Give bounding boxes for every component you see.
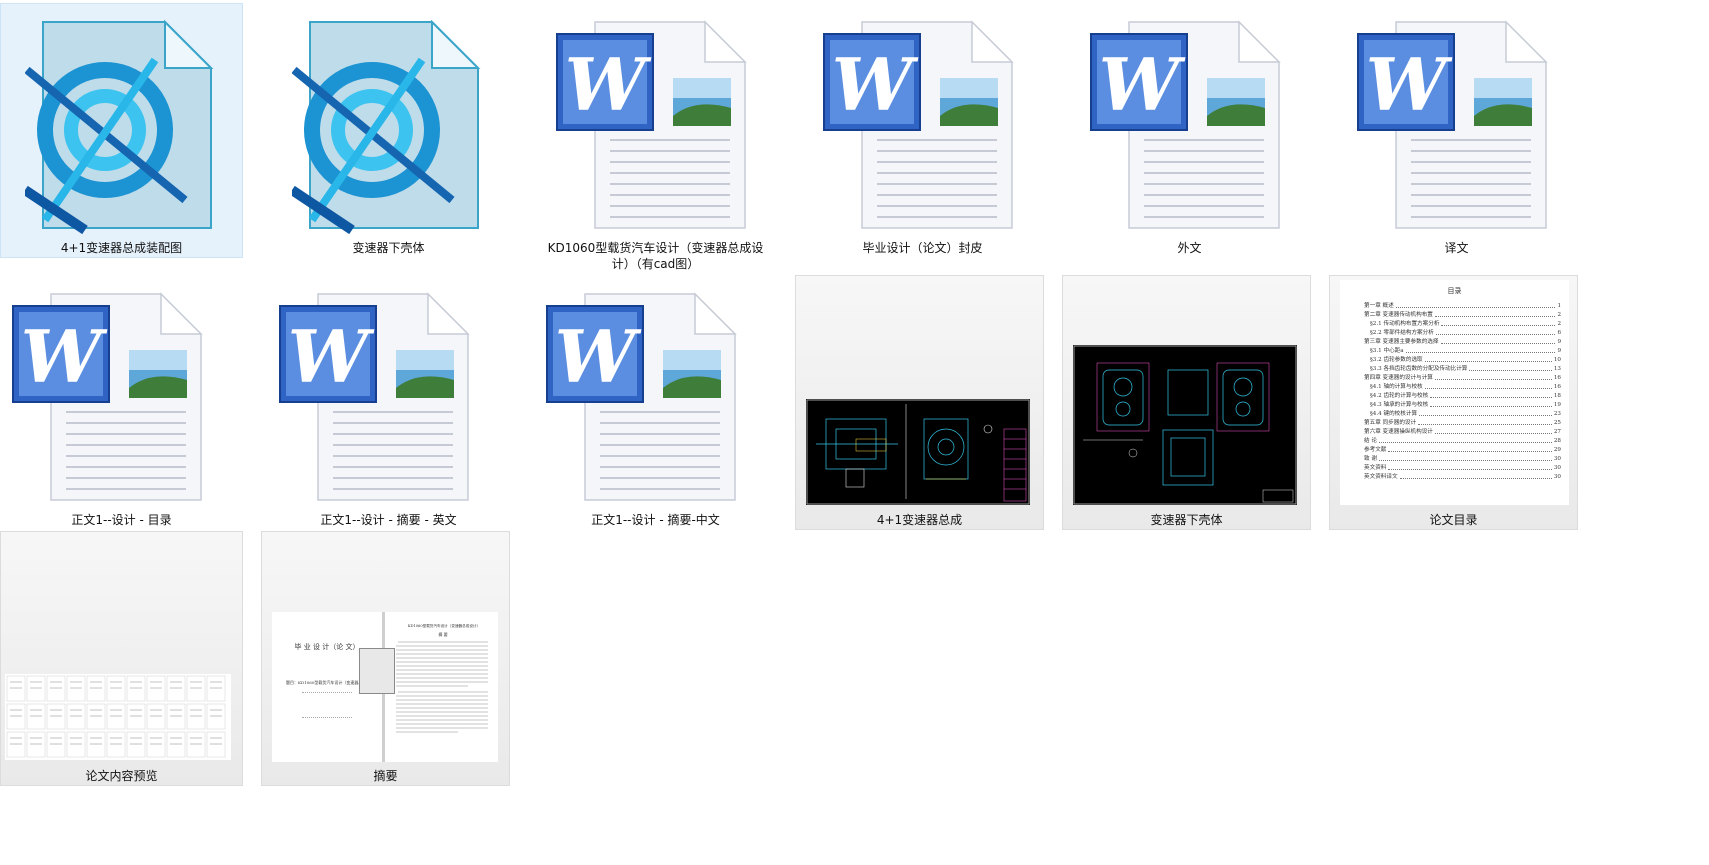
svg-text:W: W: [555, 314, 642, 399]
toc-line: 致 谢 30: [1364, 456, 1561, 462]
toc-line: 第二章 变速器传动机构布置 2: [1364, 312, 1561, 318]
toc-line: 第四章 变速器的设计与计算 16: [1364, 375, 1561, 381]
file-item[interactable]: W 正文1--设计 - 目录: [0, 275, 243, 530]
svg-text:W: W: [288, 314, 375, 399]
file-item[interactable]: W 正文1--设计 - 摘要 - 英文: [267, 275, 510, 530]
file-name: 外文: [1177, 241, 1202, 255]
file-item[interactable]: 毕 业 设 计（论 文） 题目：KD1060型载货汽车设计（变速器总成设计） K…: [261, 531, 510, 786]
toc-line: §4.3 轴承的计算与校核 19: [1370, 402, 1561, 408]
file-name: 论文目录: [1429, 513, 1478, 527]
file-item[interactable]: W 正文1--设计 - 摘要-中文: [534, 275, 777, 530]
abstract-pages-thumbnail: 毕 业 设 计（论 文） 题目：KD1060型载货汽车设计（变速器总成设计） K…: [272, 612, 498, 762]
cover-placeholder-lines: [302, 692, 352, 718]
abstract-page: KD1060型载货汽车设计（变速器总成设计） 摘 要: [388, 612, 498, 762]
svg-text:W: W: [565, 42, 652, 127]
file-name: 正文1--设计 - 摘要-中文: [591, 513, 720, 527]
toc-line: 第五章 同步器的设计 25: [1364, 420, 1561, 426]
file-item[interactable]: W KD1060型载货汽车设计（变速器总成设计）（有cad图）: [534, 3, 777, 273]
file-item[interactable]: 论文内容预览: [0, 531, 243, 786]
toc-line: §4.2 齿轮的计算与校核 18: [1370, 393, 1561, 399]
cad-drawing-thumbnail: [806, 399, 1030, 505]
toc-line: §3.3 各挡齿轮齿数的分配及传动比计算 13: [1370, 366, 1561, 372]
file-name: 摘要: [373, 769, 398, 783]
cad-drawing-thumbnail: [1073, 345, 1297, 505]
word-document-icon: W: [1089, 20, 1289, 235]
svg-text:W: W: [1366, 42, 1453, 127]
file-item[interactable]: 变速器下壳体: [1062, 275, 1311, 530]
file-name: 译文: [1444, 241, 1469, 255]
toc-line: §2.2 零部件结构方案分析 6: [1370, 330, 1561, 336]
svg-text:W: W: [21, 314, 108, 399]
cad-drawing-icon: [289, 19, 482, 235]
toc-line: §4.1 轴的计算与校核 16: [1370, 384, 1561, 390]
word-document-icon: W: [555, 20, 755, 235]
file-name: 变速器下壳体: [1150, 513, 1223, 527]
file-name: 毕业设计（论文）封皮: [862, 241, 983, 255]
word-document-icon: W: [11, 292, 211, 507]
toc-line: 第一章 概述 1: [1364, 303, 1561, 309]
file-item[interactable]: 变速器下壳体: [267, 3, 510, 258]
cad-drawing-icon: [22, 19, 215, 235]
svg-text:W: W: [1099, 42, 1186, 127]
file-item[interactable]: W 毕业设计（论文）封皮: [801, 3, 1044, 258]
file-name: 论文内容预览: [85, 769, 158, 783]
toc-line: 第六章 变速器操纵机构设计 27: [1364, 429, 1561, 435]
file-name: KD1060型载货汽车设计（变速器总成设计）（有cad图）: [547, 241, 764, 271]
word-document-icon: W: [822, 20, 1022, 235]
toc-lines: 第一章 概述 1 第二章 变速器传动机构布置 2 §2.1 传动机构布置方案分析 2 …: [1340, 296, 1569, 482]
word-document-icon: W: [278, 292, 478, 507]
file-item[interactable]: 4+1变速器总成: [795, 275, 1044, 530]
toc-line: 结 论 28: [1364, 438, 1561, 444]
file-name: 正文1--设计 - 目录: [71, 513, 172, 527]
toc-line: 英文资料 30: [1364, 465, 1561, 471]
toc-page-thumbnail: 目录 第一章 概述 1 第二章 变速器传动机构布置 2 §2.1 传动机构布置方案分…: [1340, 280, 1569, 505]
toc-line: §3.1 中心距a 9: [1370, 348, 1561, 354]
file-name: 变速器下壳体: [352, 241, 425, 255]
file-item[interactable]: W 译文: [1335, 3, 1578, 258]
svg-text:W: W: [832, 42, 919, 127]
file-name: 正文1--设计 - 摘要 - 英文: [320, 513, 457, 527]
file-name: 4+1变速器总成: [876, 513, 963, 527]
pages-grid-thumbnail: [5, 674, 231, 760]
word-document-icon: W: [1356, 20, 1556, 235]
toc-line: §4.4 键的校核计算 23: [1370, 411, 1561, 417]
file-name: 4+1变速器总成装配图: [60, 241, 183, 255]
file-item[interactable]: W 外文: [1068, 3, 1311, 258]
file-item[interactable]: 目录 第一章 概述 1 第二章 变速器传动机构布置 2 §2.1 传动机构布置方案分…: [1329, 275, 1578, 530]
toc-line: 英文资料译文 30: [1364, 474, 1561, 480]
toc-line: §3.2 齿轮参数的选取 10: [1370, 357, 1561, 363]
toc-line: §2.1 传动机构布置方案分析 2: [1370, 321, 1561, 327]
toc-line: 第三章 变速器主要参数的选择 9: [1364, 339, 1561, 345]
word-document-icon: W: [545, 292, 745, 507]
toc-line: 参考文献 29: [1364, 447, 1561, 453]
toc-title: 目录: [1447, 287, 1462, 295]
file-item[interactable]: 4+1变速器总成装配图: [0, 3, 243, 258]
